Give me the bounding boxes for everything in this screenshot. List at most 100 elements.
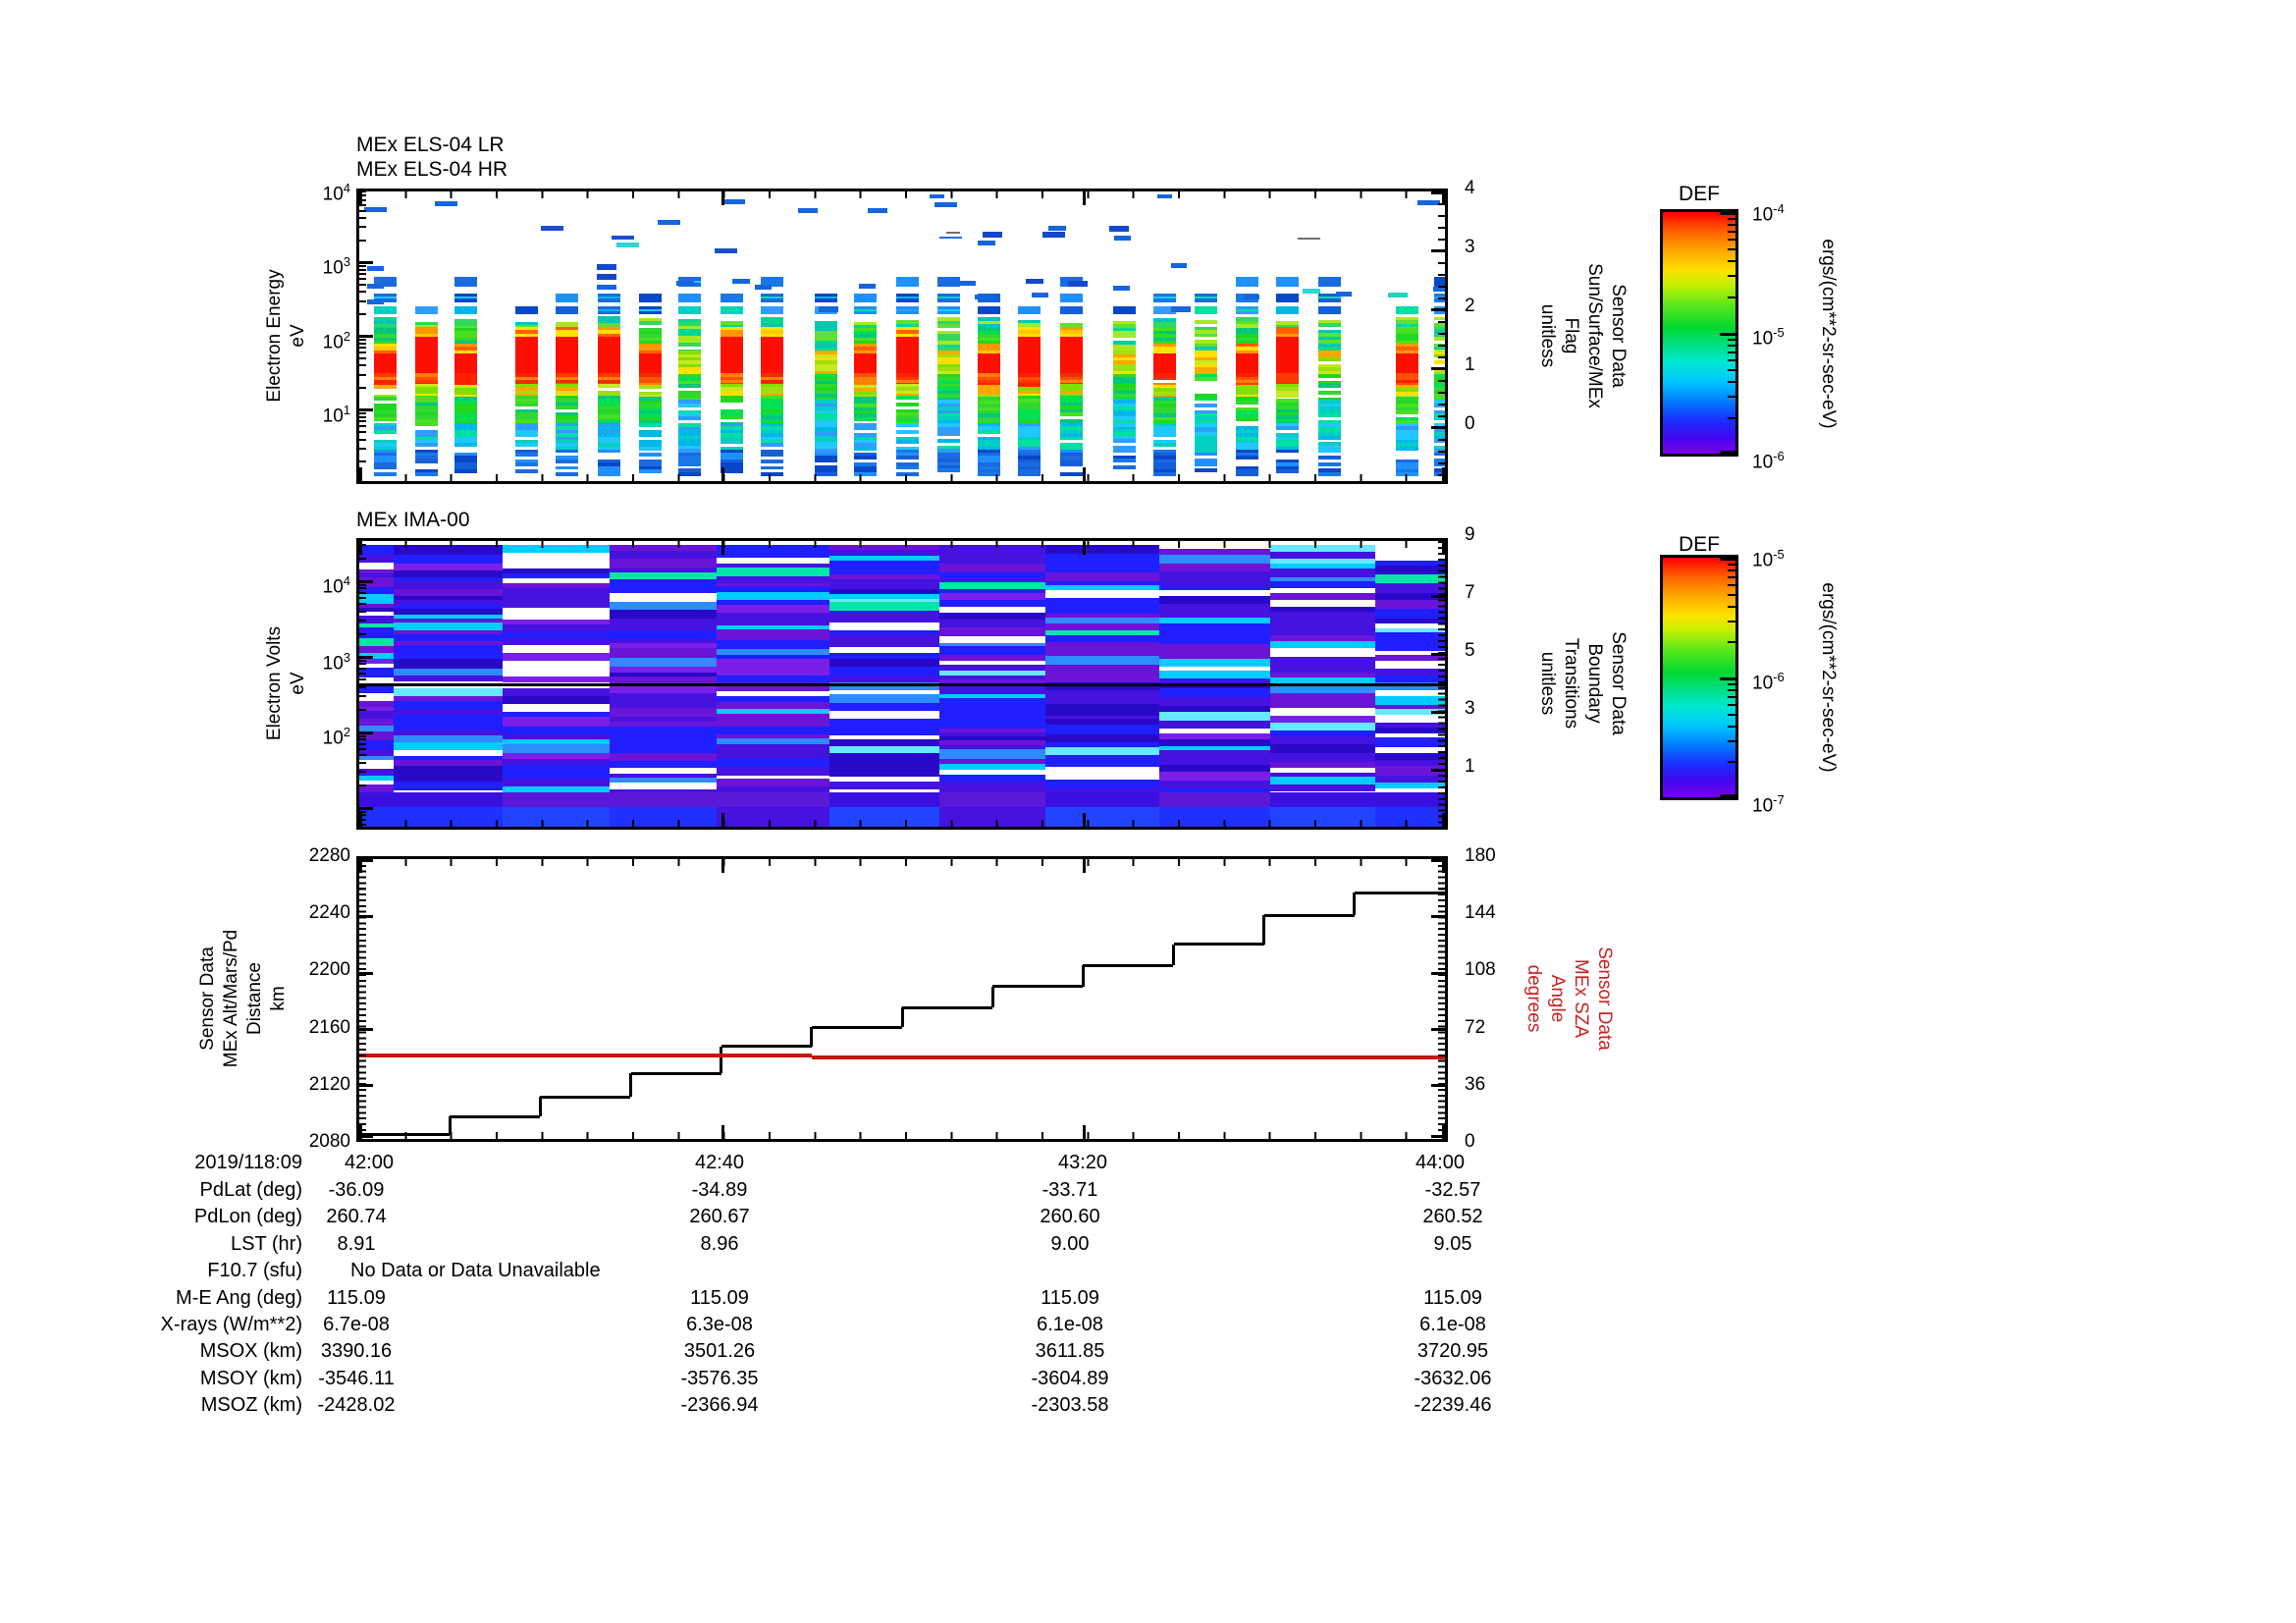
els-log-tick [359, 448, 366, 451]
altitude-y-axis-label: Sensor Data MEx Alt/Mars/Pd Distance km [196, 930, 291, 1067]
els-log-tick [359, 342, 366, 345]
sza-tick-label: 108 [1465, 959, 1496, 981]
els-log-tick [359, 216, 366, 219]
sza-axis-label-line: degrees [1523, 964, 1544, 1033]
x-minor-ticks-top [359, 191, 1445, 198]
x-major-tick [721, 541, 724, 555]
sza-major-tick [1431, 915, 1445, 919]
ima-y-axis-label-line: eV [288, 672, 308, 695]
els-flag-axis-label-line: Sensor Data [1608, 284, 1629, 388]
table-cell-value: 8.91 [337, 1232, 376, 1255]
x-major-tick [1083, 191, 1087, 205]
els-flag-tick-label: 4 [1465, 178, 1475, 198]
altitude-tick-label: 2280 [308, 845, 350, 866]
table-row-label: MSOZ (km) [200, 1394, 302, 1417]
els-log-tick [359, 209, 366, 212]
x-major-tick [359, 467, 362, 481]
els-flag-axis-label-line: Sun/Surface/MEx [1584, 263, 1605, 408]
ima-log-tick [359, 579, 373, 583]
right-major-tick [1431, 769, 1445, 773]
table-cell-value: -32.57 [1424, 1179, 1481, 1201]
els-log-tick [359, 416, 366, 419]
table-row-label: PdLat (deg) [199, 1179, 302, 1201]
table-cell-value: -2366.94 [680, 1394, 759, 1417]
ima-log-tick [359, 734, 366, 737]
table-row-label: X-rays (W/m**2) [160, 1314, 302, 1335]
altitude-tick-label: 2240 [308, 902, 350, 924]
ima-log-tick [359, 583, 366, 586]
altitude-tick-label: 2200 [308, 959, 350, 981]
table-time-value: 42:00 [344, 1152, 395, 1173]
table-cell-value: -3576.35 [680, 1367, 759, 1389]
right-major-tick [1431, 307, 1445, 311]
table-cell-value: 260.74 [326, 1206, 387, 1228]
ima-log-tick [359, 557, 366, 560]
els-log-tick [359, 239, 366, 242]
sza-axis-label-line: Sensor Data [1594, 947, 1615, 1051]
ima-ytick-label: 102 [322, 725, 350, 749]
table-date-label: 2019/118:09 [194, 1152, 302, 1173]
table-cell-value: 260.52 [1422, 1206, 1483, 1228]
x-major-tick [721, 859, 724, 873]
table-cell-value: 9.00 [1050, 1232, 1090, 1255]
els-log-tick [359, 260, 373, 264]
x-major-tick [721, 813, 724, 827]
els-flag-tick-label: 1 [1465, 354, 1475, 375]
ima-transitions-axis-label: Sensor Data Boundary Transitions unitless [1535, 631, 1629, 735]
ima-ytick-label: 103 [322, 650, 350, 675]
els-log-tick [359, 352, 366, 354]
table-cell-value: 3611.85 [1035, 1340, 1105, 1363]
colorbar2-tick-label: 10-6 [1752, 670, 1785, 694]
alt-major-tick [359, 1084, 373, 1088]
ima-log-tick [359, 685, 366, 688]
table-cell-value: -2239.46 [1414, 1394, 1492, 1417]
x-major-tick [721, 467, 724, 481]
ima-transitions-tick-label: 3 [1465, 698, 1475, 719]
ima-log-tick [359, 663, 366, 666]
mex-orbit-plot-page: MEx ELS-04 LR MEx ELS-04 HR MEx IMA-00 D… [0, 0, 2296, 1623]
x-minor-ticks-bottom [359, 474, 1445, 481]
table-cell-value: -33.71 [1041, 1179, 1098, 1201]
ima-log-tick [359, 818, 366, 821]
sza-major-tick [1431, 1084, 1445, 1088]
sza-major-tick [1431, 971, 1445, 975]
els-log-tick [359, 438, 366, 441]
els-log-tick [359, 268, 366, 271]
table-row-label: LST (hr) [231, 1232, 302, 1255]
table-cell-value: -34.89 [691, 1179, 748, 1201]
ima-log-tick [359, 738, 366, 741]
sza-major-tick [1431, 859, 1445, 862]
x-major-tick [1083, 467, 1087, 481]
x-major-tick [721, 191, 724, 205]
alt-minor-ticks [359, 859, 366, 1139]
alt-major-tick [359, 859, 373, 862]
table-cell-value: 260.60 [1040, 1206, 1100, 1228]
els-log-tick [359, 460, 366, 463]
els-flag-axis-label-line: Flag [1561, 317, 1581, 354]
sza-tick-label: 36 [1465, 1073, 1486, 1095]
els-log-tick [359, 335, 373, 338]
generated-annotations: Electron Energy eV Electron Volts eV Sensor … [0, 0, 2296, 1623]
altitude-y-axis-label-line: Sensor Data [197, 947, 218, 1051]
els-log-tick [359, 272, 366, 275]
els-log-tick [359, 198, 366, 201]
right-major-tick [1431, 711, 1445, 715]
right-major-tick [1431, 367, 1445, 371]
sza-minor-ticks [1438, 859, 1445, 1139]
els-ytick-label: 103 [322, 254, 350, 279]
els-log-tick [359, 347, 366, 350]
table-cell-value: 6.7e-08 [323, 1314, 390, 1335]
els-ytick-label: 104 [322, 181, 350, 205]
table-no-data-value: No Data or Data Unavailable [350, 1260, 601, 1282]
sza-axis-label: Sensor Data MEx SZA Angle degrees [1522, 947, 1616, 1051]
table-cell-value: 3390.16 [320, 1340, 393, 1363]
ima-log-tick [359, 591, 366, 594]
ima-transitions-tick-label: 5 [1465, 640, 1475, 661]
ima-transitions-axis-label-line: Boundary [1584, 643, 1605, 724]
els-y-axis-label-line: eV [288, 324, 308, 348]
table-row-label: MSOY (km) [199, 1367, 302, 1389]
ima-log-tick [359, 824, 366, 827]
els-log-tick [359, 364, 366, 367]
alt-major-tick [359, 971, 373, 975]
sza-major-tick [1431, 1027, 1445, 1031]
